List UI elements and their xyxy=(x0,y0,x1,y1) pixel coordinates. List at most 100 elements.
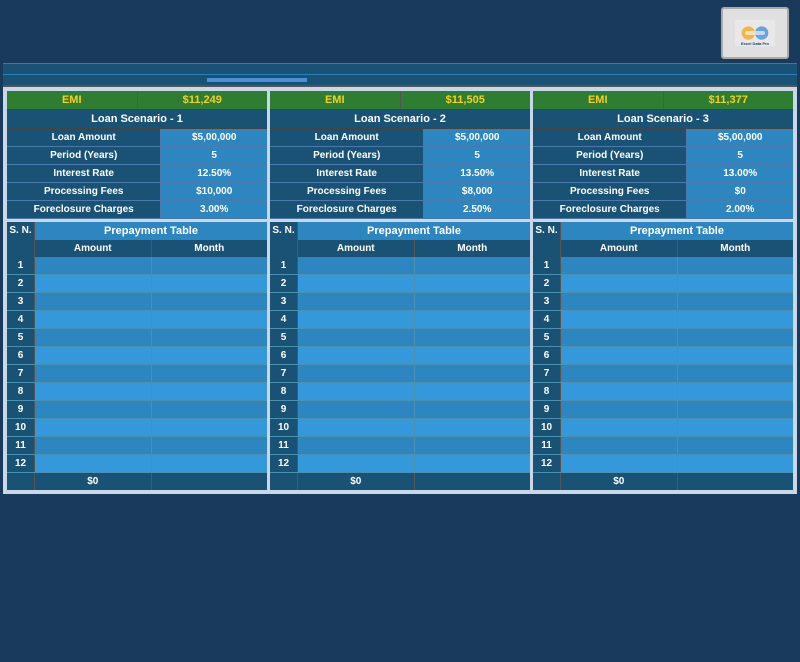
month-cell[interactable] xyxy=(152,347,268,364)
amount-cell[interactable] xyxy=(35,437,152,454)
amount-cell[interactable] xyxy=(561,329,678,346)
data-value[interactable]: 13.50% xyxy=(424,165,530,182)
amount-cell[interactable] xyxy=(561,293,678,310)
amount-cell[interactable] xyxy=(298,347,415,364)
table-row: Period (Years) 5 xyxy=(270,147,530,165)
amount-cell[interactable] xyxy=(298,311,415,328)
total-amount: $0 xyxy=(298,473,415,490)
data-value[interactable]: $0 xyxy=(687,183,793,200)
month-cell[interactable] xyxy=(152,365,268,382)
amount-cell[interactable] xyxy=(298,383,415,400)
amount-cell[interactable] xyxy=(561,311,678,328)
month-cell[interactable] xyxy=(415,401,531,418)
amount-cell[interactable] xyxy=(561,275,678,292)
month-cell[interactable] xyxy=(152,401,268,418)
month-cell[interactable] xyxy=(678,347,794,364)
prepayment-title: Prepayment Table xyxy=(35,222,267,240)
list-item: 11 xyxy=(533,437,793,455)
month-cell[interactable] xyxy=(152,455,268,472)
month-cell[interactable] xyxy=(415,257,531,274)
month-cell[interactable] xyxy=(152,329,268,346)
sn-cell: 4 xyxy=(270,311,298,328)
month-cell[interactable] xyxy=(678,293,794,310)
data-value[interactable]: 3.00% xyxy=(161,201,267,218)
month-cell[interactable] xyxy=(415,383,531,400)
amount-cell[interactable] xyxy=(35,455,152,472)
data-value[interactable]: 5 xyxy=(424,147,530,164)
month-cell[interactable] xyxy=(152,311,268,328)
data-label: Foreclosure Charges xyxy=(270,201,424,218)
amount-cell[interactable] xyxy=(561,257,678,274)
month-cell[interactable] xyxy=(678,419,794,436)
month-cell[interactable] xyxy=(415,347,531,364)
month-cell[interactable] xyxy=(678,329,794,346)
month-cell[interactable] xyxy=(415,311,531,328)
data-value[interactable]: $10,000 xyxy=(161,183,267,200)
data-value[interactable]: 12.50% xyxy=(161,165,267,182)
amount-cell[interactable] xyxy=(561,383,678,400)
app-container: Excel Data Pro EMI $11,249 Loan Scenario… xyxy=(0,0,800,662)
month-cell[interactable] xyxy=(152,257,268,274)
month-cell[interactable] xyxy=(678,401,794,418)
month-cell[interactable] xyxy=(678,383,794,400)
data-value[interactable]: 5 xyxy=(161,147,267,164)
data-value[interactable]: 13.00% xyxy=(687,165,793,182)
amount-cell[interactable] xyxy=(35,275,152,292)
amount-cell[interactable] xyxy=(35,419,152,436)
month-cell[interactable] xyxy=(415,437,531,454)
amount-cell[interactable] xyxy=(35,293,152,310)
amount-cell[interactable] xyxy=(298,455,415,472)
amount-cell[interactable] xyxy=(561,347,678,364)
month-cell[interactable] xyxy=(678,275,794,292)
sn-cell: 8 xyxy=(533,383,561,400)
total-amount: $0 xyxy=(35,473,152,490)
data-value[interactable]: 2.50% xyxy=(424,201,530,218)
amount-cell[interactable] xyxy=(35,383,152,400)
month-cell[interactable] xyxy=(152,419,268,436)
month-cell[interactable] xyxy=(152,293,268,310)
amount-cell[interactable] xyxy=(561,365,678,382)
amount-cell[interactable] xyxy=(298,275,415,292)
month-cell[interactable] xyxy=(678,437,794,454)
month-cell[interactable] xyxy=(415,455,531,472)
month-cell[interactable] xyxy=(678,311,794,328)
amount-cell[interactable] xyxy=(561,401,678,418)
month-cell[interactable] xyxy=(678,365,794,382)
month-cell[interactable] xyxy=(415,419,531,436)
amount-cell[interactable] xyxy=(298,257,415,274)
data-value[interactable]: $5,00,000 xyxy=(687,129,793,146)
amount-cell[interactable] xyxy=(298,401,415,418)
amount-cell[interactable] xyxy=(561,419,678,436)
month-cell[interactable] xyxy=(152,437,268,454)
amount-cell[interactable] xyxy=(35,365,152,382)
amount-cell[interactable] xyxy=(35,257,152,274)
loan-start-value[interactable] xyxy=(207,78,307,82)
month-cell[interactable] xyxy=(678,257,794,274)
month-cell[interactable] xyxy=(415,275,531,292)
month-cell[interactable] xyxy=(415,329,531,346)
table-row: Interest Rate 13.50% xyxy=(270,165,530,183)
amount-cell[interactable] xyxy=(298,329,415,346)
month-cell[interactable] xyxy=(415,365,531,382)
amount-cell[interactable] xyxy=(298,437,415,454)
data-label: Processing Fees xyxy=(533,183,687,200)
data-value[interactable]: 2.00% xyxy=(687,201,793,218)
amount-cell[interactable] xyxy=(561,455,678,472)
amount-cell[interactable] xyxy=(35,329,152,346)
month-cell[interactable] xyxy=(678,455,794,472)
month-cell[interactable] xyxy=(152,383,268,400)
amount-cell[interactable] xyxy=(35,347,152,364)
amount-cell[interactable] xyxy=(298,293,415,310)
amount-cell[interactable] xyxy=(35,311,152,328)
amount-cell[interactable] xyxy=(298,365,415,382)
amount-cell[interactable] xyxy=(561,437,678,454)
data-value[interactable]: 5 xyxy=(687,147,793,164)
data-value[interactable]: $5,00,000 xyxy=(161,129,267,146)
amount-cell[interactable] xyxy=(298,419,415,436)
month-cell[interactable] xyxy=(415,293,531,310)
month-cell[interactable] xyxy=(152,275,268,292)
emi-row-1: EMI $11,249 xyxy=(7,91,267,110)
amount-cell[interactable] xyxy=(35,401,152,418)
data-value[interactable]: $5,00,000 xyxy=(424,129,530,146)
data-value[interactable]: $8,000 xyxy=(424,183,530,200)
